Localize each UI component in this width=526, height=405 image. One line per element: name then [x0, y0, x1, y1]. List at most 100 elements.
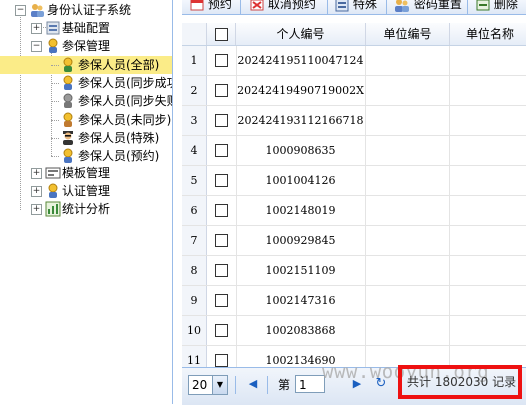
tree-item-insured-all[interactable]: 参保人员(全部)	[0, 56, 172, 74]
page-number-input[interactable]: 1	[295, 375, 325, 393]
table-row[interactable]: 9 1002147316	[182, 286, 526, 316]
expand-toggle-icon[interactable]: +	[31, 204, 42, 215]
row-checkbox[interactable]	[215, 114, 228, 127]
table-row[interactable]: 10 1002083868	[182, 316, 526, 346]
reserve-button[interactable]: 预约	[190, 0, 232, 13]
row-select-cell	[206, 346, 237, 367]
row-checkbox[interactable]	[215, 234, 228, 247]
unit-id-cell	[366, 106, 450, 135]
expand-toggle-icon[interactable]: +	[31, 186, 42, 197]
unit-name-cell	[450, 226, 526, 255]
column-header-unit-name[interactable]: 单位名称	[450, 23, 526, 45]
tree-item-insured-reserved[interactable]: 参保人员(预约)	[0, 147, 172, 165]
row-checkbox[interactable]	[215, 294, 228, 307]
row-select-cell	[206, 106, 237, 135]
tree-item-insured-not-synced[interactable]: 参保人员(未同步)	[0, 111, 172, 129]
expand-toggle-icon[interactable]: +	[31, 168, 42, 179]
cancel-reserve-button[interactable]: 取消预约	[250, 0, 316, 13]
chart-icon	[45, 201, 61, 217]
row-number: 2	[182, 76, 207, 105]
toolbar-separator	[240, 0, 241, 14]
row-checkbox[interactable]	[215, 324, 228, 337]
row-number: 7	[182, 226, 207, 255]
tree-item-label: 参保人员(同步失败)	[78, 94, 173, 108]
person-icon	[48, 183, 58, 198]
unit-name-cell	[450, 106, 526, 135]
prev-page-icon[interactable]: ◀	[246, 377, 260, 391]
row-select-cell	[206, 256, 237, 285]
row-checkbox[interactable]	[215, 84, 228, 97]
row-checkbox[interactable]	[215, 174, 228, 187]
tree-item-basic-config[interactable]: + 基础配置	[0, 19, 172, 37]
delete-button[interactable]: 删除	[476, 0, 518, 13]
table-row[interactable]: 1 20242419511004712​4	[182, 46, 526, 76]
row-select-cell	[206, 316, 237, 345]
tree-item-insured-special[interactable]: 参保人员(特殊)	[0, 129, 172, 147]
tree-item-label: 参保人员(同步成功)	[78, 76, 173, 90]
tree-item-template-management[interactable]: + 模板管理	[0, 164, 172, 182]
unit-name-cell	[450, 316, 526, 345]
personal-id-cell: 202424193112166718	[236, 106, 366, 135]
table-row[interactable]: 8 1002151109	[182, 256, 526, 286]
page-size-select[interactable]: 20 ▼	[188, 375, 228, 395]
row-number: 11	[182, 346, 207, 367]
row-number: 1	[182, 46, 207, 75]
tree-root-label: 身份认证子系统	[47, 3, 132, 17]
person-icon	[63, 112, 73, 127]
tree-item-label: 参保管理	[62, 39, 111, 53]
expand-toggle-icon[interactable]: +	[31, 23, 42, 34]
special-button[interactable]: 特殊	[335, 0, 377, 13]
users-icon	[395, 0, 409, 12]
row-number: 4	[182, 136, 207, 165]
select-all-checkbox[interactable]	[215, 28, 228, 41]
tree-connector	[51, 156, 59, 157]
table-row[interactable]: 4 1000908635	[182, 136, 526, 166]
pager-separator	[235, 376, 236, 394]
row-select-cell	[206, 136, 237, 165]
table-row[interactable]: 6 1002148019	[182, 196, 526, 226]
unit-id-cell	[366, 316, 450, 345]
column-header-unit-id[interactable]: 单位编号	[366, 23, 450, 45]
tree-root[interactable]: − 身份认证子系统	[0, 1, 172, 19]
chevron-down-icon[interactable]: ▼	[212, 376, 227, 394]
tree-item-label: 参保人员(未同步)	[78, 113, 172, 127]
tree-item-label: 参保人员(全部)	[78, 58, 160, 72]
table-row[interactable]: 5 1001004126	[182, 166, 526, 196]
table-row[interactable]: 3 202424193112166718	[182, 106, 526, 136]
tree-item-insured-sync-failed[interactable]: 参保人员(同步失败)	[0, 92, 172, 110]
row-checkbox[interactable]	[215, 354, 228, 367]
collapse-toggle-icon[interactable]: −	[15, 5, 26, 16]
reserve-icon	[190, 0, 204, 10]
row-select-cell	[206, 286, 237, 315]
unit-id-cell	[366, 46, 450, 75]
table-row[interactable]: 2 20242419490719002X	[182, 76, 526, 106]
person-icon	[63, 75, 73, 90]
row-number-header	[182, 23, 207, 45]
tree-item-insured-management[interactable]: − 参保管理	[0, 37, 172, 55]
person-icon	[63, 148, 73, 163]
tree-connector	[51, 83, 59, 84]
unit-name-cell	[450, 166, 526, 195]
tree-item-insured-sync-success[interactable]: 参保人员(同步成功)	[0, 74, 172, 92]
select-all-header	[206, 23, 236, 45]
tree-item-label: 认证管理	[62, 184, 111, 198]
tree-item-label: 基础配置	[62, 21, 111, 35]
special-icon	[335, 0, 349, 11]
row-checkbox[interactable]	[215, 204, 228, 217]
toolbar-separator	[386, 0, 387, 14]
toolbar-separator	[467, 0, 468, 14]
reset-password-button[interactable]: 密码重置	[394, 0, 462, 13]
row-checkbox[interactable]	[215, 144, 228, 157]
row-checkbox[interactable]	[215, 54, 228, 67]
unit-id-cell	[366, 256, 450, 285]
tree-connector	[51, 120, 59, 121]
column-header-personal-id[interactable]: 个人编号	[236, 23, 366, 45]
collapse-toggle-icon[interactable]: −	[31, 41, 42, 52]
row-number: 3	[182, 106, 207, 135]
tree-item-statistics[interactable]: + 统计分析	[0, 200, 172, 218]
row-checkbox[interactable]	[215, 264, 228, 277]
tree-item-auth-management[interactable]: + 认证管理	[0, 182, 172, 200]
personal-id-cell: 1002083868	[236, 316, 366, 345]
row-select-cell	[206, 226, 237, 255]
table-row[interactable]: 7 1000929845	[182, 226, 526, 256]
